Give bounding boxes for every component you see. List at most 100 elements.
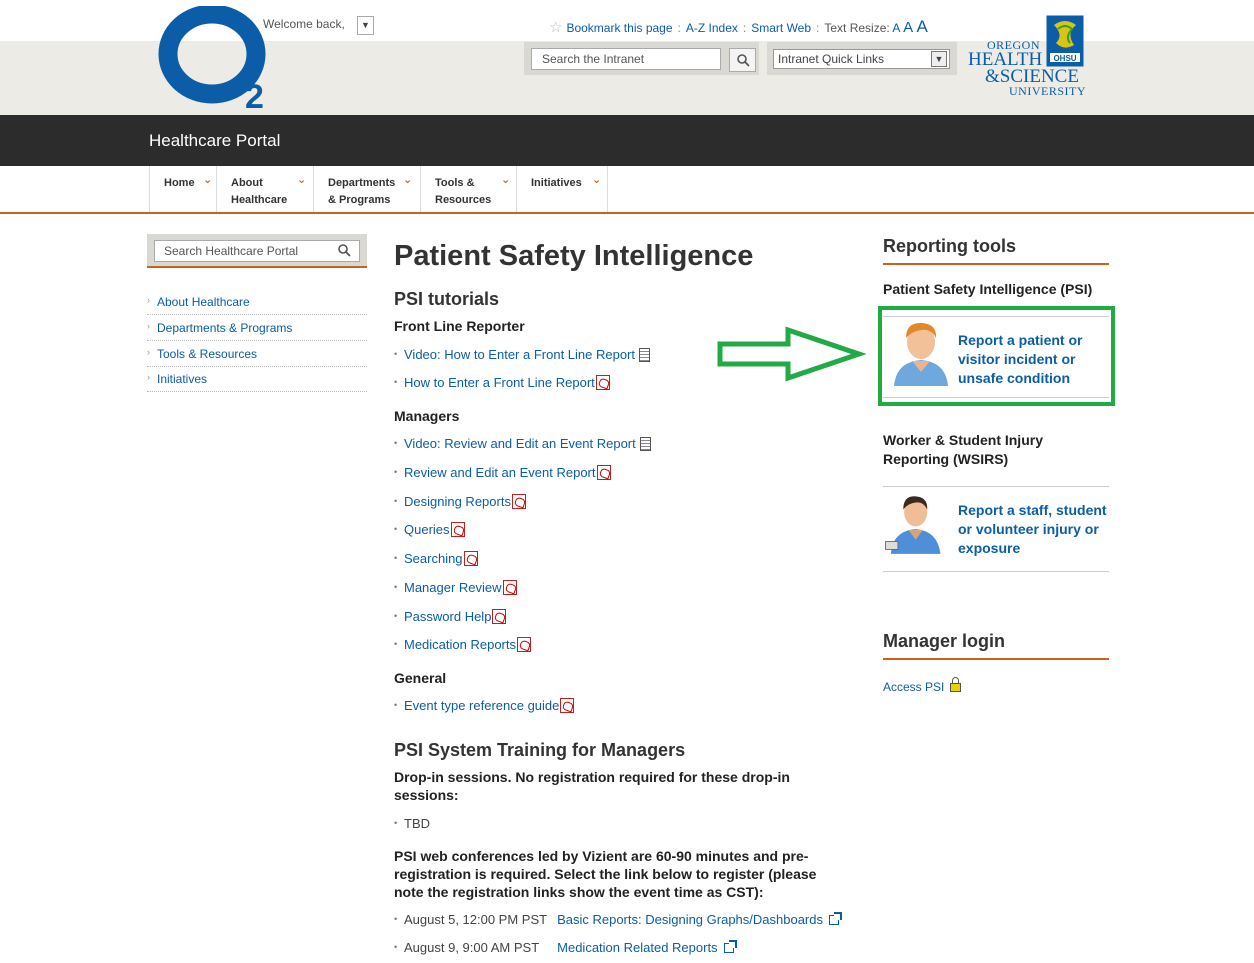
text-resize-label: Text Resize: — [824, 21, 890, 35]
sidebar-item-tools: › Tools & Resources — [147, 341, 367, 367]
sidebar-link[interactable]: Tools & Resources — [157, 347, 257, 361]
reporting-tools-title: Reporting tools — [883, 236, 1016, 256]
sidebar-item-initiatives: › Initiatives — [147, 366, 367, 392]
nav-initiatives-label: Initiatives — [531, 177, 582, 189]
divider — [883, 571, 1109, 572]
nav-departments-label: Departments — [328, 177, 396, 189]
chevron-down-icon: ⌄ — [592, 174, 602, 186]
welcome-dropdown[interactable]: ▼ — [357, 16, 374, 35]
tutorial-link[interactable]: Password Help — [404, 609, 491, 624]
external-link-icon — [829, 912, 842, 925]
chevron-down-icon: ⌄ — [203, 174, 213, 186]
tutorial-link[interactable]: Video: How to Enter a Front Line Report — [404, 347, 635, 362]
ohsu-seal-icon: OHSU — [1046, 15, 1084, 67]
report-staff-link[interactable]: Report a staff, student or volunteer inj… — [958, 501, 1107, 558]
tutorial-link[interactable]: Event type reference guide — [404, 698, 559, 713]
search-icon — [736, 54, 750, 67]
logo-sub-text: 2 — [245, 78, 264, 111]
session-date: August 5, 12:00 PM PST — [404, 912, 548, 927]
chevron-down-icon: ⌄ — [403, 174, 413, 186]
psi-heading: Patient Safety Intelligence (PSI) — [883, 281, 1093, 297]
pdf-icon — [595, 375, 610, 390]
pdf-icon — [596, 465, 611, 480]
session-date: August 9, 9:00 AM PST — [404, 940, 540, 955]
tutorial-link[interactable]: Video: Review and Edit an Event Report — [404, 436, 636, 451]
pdf-icon — [517, 637, 531, 652]
pdf-icon — [511, 494, 526, 509]
nav-tools-label: Tools & — [435, 177, 475, 189]
utility-links: ☆ Bookmark this page: A-Z Index: Smart Web:… — [549, 17, 928, 36]
star-icon[interactable]: ☆ — [549, 19, 562, 36]
pdf-icon — [560, 698, 575, 713]
tutorial-link[interactable]: Manager Review — [404, 580, 502, 595]
quick-links-select[interactable]: Intranet Quick Links ▼ — [773, 49, 950, 69]
nav-about[interactable]: About Healthcare ⌄ — [217, 166, 314, 212]
chevron-down-icon: ⌄ — [501, 174, 511, 186]
nav-departments[interactable]: Departments & Programs ⌄ — [314, 166, 421, 212]
search-icon[interactable] — [337, 243, 351, 257]
pdf-icon — [492, 609, 507, 624]
access-psi-link[interactable]: Access PSI — [883, 680, 944, 694]
nav-tools[interactable]: Tools & Resources ⌄ — [421, 166, 517, 212]
chevron-down-icon: ⌄ — [297, 174, 307, 186]
intranet-search-button[interactable] — [729, 48, 756, 72]
nav-about-label: About — [231, 177, 263, 189]
tutorial-link[interactable]: Searching — [404, 551, 463, 566]
sidebar-link[interactable]: Departments & Programs — [157, 321, 292, 335]
sidebar-search-input[interactable]: Search Healthcare Portal — [154, 240, 360, 262]
arrow-right-icon — [717, 326, 866, 382]
pdf-icon — [450, 522, 465, 537]
chevron-down-icon: ▼ — [361, 20, 370, 30]
nav-home-label: Home — [164, 177, 195, 189]
tutorials-heading: PSI tutorials — [394, 289, 500, 309]
dropin-item: TBD — [404, 816, 430, 831]
video-icon — [639, 348, 650, 362]
o2-logo[interactable]: 2 — [157, 6, 272, 111]
ohsu-line-4: UNIVERSITY — [1009, 84, 1086, 98]
ohsu-seal-text: OHSU — [1053, 54, 1076, 63]
managers-heading: Managers — [394, 408, 460, 424]
tutorial-link[interactable]: Designing Reports — [404, 494, 511, 509]
tutorial-link[interactable]: How to Enter a Front Line Report — [404, 375, 595, 390]
chevron-down-icon: ▼ — [931, 51, 947, 67]
sidebar-link[interactable]: Initiatives — [157, 372, 207, 386]
tutorial-link[interactable]: Medication Reports — [404, 637, 516, 652]
manager-login-title: Manager login — [883, 631, 1006, 651]
dropin-text: Drop-in sessions. No registration requir… — [394, 769, 790, 803]
divider — [883, 263, 1109, 265]
sidebar-item-about: › About Healthcare — [147, 289, 367, 315]
bookmark-link[interactable]: Bookmark this page — [566, 21, 672, 35]
lock-icon — [950, 677, 962, 692]
nav-home[interactable]: Home ⌄ — [150, 166, 217, 212]
quick-links-value: Intranet Quick Links — [778, 52, 885, 66]
intranet-search-input[interactable]: Search the Intranet — [531, 48, 721, 70]
az-index-link[interactable]: A-Z Index — [686, 21, 738, 35]
session-link[interactable]: Basic Reports: Designing Graphs/Dashboar… — [557, 912, 823, 927]
wsirs-heading: Worker & Student Injury Reporting (WSIRS… — [883, 432, 1043, 467]
video-icon — [639, 437, 651, 451]
text-resize-medium[interactable]: A — [903, 19, 913, 36]
external-link-icon — [723, 940, 737, 953]
sidebar-item-departments: › Departments & Programs — [147, 315, 367, 341]
front-line-heading: Front Line Reporter — [394, 318, 525, 334]
page-title: Patient Safety Intelligence — [394, 240, 754, 272]
tutorial-link[interactable]: Queries — [404, 522, 450, 537]
pdf-icon — [502, 580, 517, 595]
annotation-highlight-box — [878, 306, 1115, 406]
pdf-icon — [463, 551, 478, 566]
text-resize-large[interactable]: A — [916, 17, 927, 36]
worker-icon[interactable] — [882, 486, 944, 558]
nav-initiatives[interactable]: Initiatives ⌄ — [517, 166, 608, 212]
tutorial-link[interactable]: Review and Edit an Event Report — [404, 465, 596, 480]
ohsu-logo[interactable]: OHSU OREGON HEALTH &SCIENCE UNIVERSITY — [966, 15, 1086, 98]
web-conference-text: PSI web conferences led by Vizient are 6… — [394, 848, 817, 900]
text-resize-small[interactable]: A — [892, 21, 899, 35]
session-link[interactable]: Medication Related Reports — [557, 940, 717, 955]
portal-title[interactable]: Healthcare Portal — [149, 131, 280, 151]
divider — [883, 658, 1109, 660]
training-heading: PSI System Training for Managers — [394, 740, 686, 760]
welcome-text: Welcome back, — [263, 17, 345, 31]
general-heading: General — [394, 670, 447, 686]
smart-web-link[interactable]: Smart Web — [751, 21, 811, 35]
sidebar-link[interactable]: About Healthcare — [157, 295, 250, 309]
